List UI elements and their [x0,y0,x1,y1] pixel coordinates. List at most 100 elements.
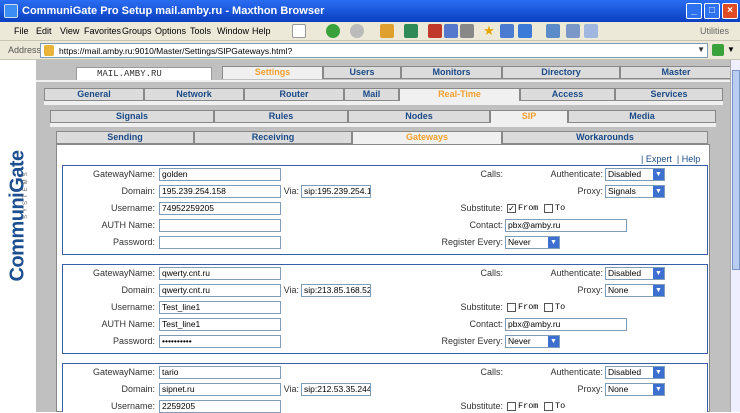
title-bar: CommuniGate Pro Setup mail.amby.ru - Max… [0,0,740,22]
gateway-name-input[interactable]: qwerty.cnt.ru [159,267,281,280]
tab-general[interactable]: General [44,88,144,101]
chevron-down-icon: ▼ [653,268,664,279]
menu-options[interactable]: Options [155,26,186,36]
tab-master[interactable]: Master [620,66,732,79]
subtabs-divider [44,101,723,105]
menu-file[interactable]: File [14,26,29,36]
domain-input[interactable]: qwerty.cnt.ru [159,284,281,297]
substitute-to-checkbox[interactable] [544,402,553,411]
tab-settings[interactable]: Settings [222,66,323,79]
authenticate-select[interactable]: Disabled ▼ [605,366,665,379]
tab-users[interactable]: Users [323,66,401,79]
tab-access[interactable]: Access [520,88,615,101]
proxy-select[interactable]: None ▼ [605,383,665,396]
logo-strip: CommuniGate SYSTEMS [0,60,36,412]
menu-tools[interactable]: Tools [190,26,211,36]
menu-edit[interactable]: Edit [36,26,52,36]
substitute-from-checkbox[interactable] [507,303,516,312]
via-input[interactable]: sip:213.85.168.52 [301,284,371,297]
calls-label: Calls: [480,268,503,278]
tab-media[interactable]: Media [568,110,716,123]
tab-mail[interactable]: Mail [344,88,399,101]
menu-groups[interactable]: Groups [122,26,152,36]
chevron-down-icon: ▼ [653,285,664,296]
tab-sending[interactable]: Sending [56,131,194,144]
collect-icon[interactable] [546,24,560,38]
print-icon[interactable] [444,24,458,38]
gateway-name-input[interactable]: tario [159,366,281,379]
proxy-value: Signals [608,186,636,196]
new-page-icon[interactable] [292,24,306,38]
password-input[interactable] [159,236,281,249]
proxy-select[interactable]: Signals ▼ [605,185,665,198]
authenticate-select[interactable]: Disabled ▼ [605,168,665,181]
address-input[interactable]: https://mail.amby.ru:9010/Master/Setting… [40,43,708,58]
register-every-select[interactable]: Never ▼ [505,236,560,249]
menu-favorites[interactable]: Favorites [84,26,121,36]
password-input[interactable]: •••••••••• [159,335,281,348]
register-every-label: Register Every: [441,237,503,247]
contact-input[interactable]: pbx@amby.ru [505,318,627,331]
minimize-button[interactable]: _ [686,3,702,19]
tab-directory[interactable]: Directory [502,66,620,79]
tab-nodes[interactable]: Nodes [348,110,490,123]
from-label: From [518,302,539,312]
scrollbar-thumb[interactable] [732,70,740,270]
auth-name-input[interactable]: Test_line1 [159,318,281,331]
tab-network[interactable]: Network [144,88,244,101]
tab-receiving[interactable]: Receiving [194,131,352,144]
tab-workarounds[interactable]: Workarounds [502,131,708,144]
proxy-select[interactable]: None ▼ [605,284,665,297]
username-input[interactable]: 74952259205 [159,202,281,215]
screenshot-icon[interactable] [566,24,580,38]
contact-input[interactable]: pbx@amby.ru [505,219,627,232]
substitute-to-checkbox[interactable] [544,303,553,312]
via-input[interactable]: sip:195.239.254.1 [301,185,371,198]
split-icon[interactable] [584,24,598,38]
tab-services[interactable]: Services [615,88,723,101]
username-label: Username: [110,203,155,213]
tab-sip[interactable]: SIP [490,110,568,123]
domain-input[interactable]: sipnet.ru [159,383,281,396]
back-icon[interactable] [326,24,340,38]
domain-input[interactable]: 195.239.254.158 [159,185,281,198]
username-input[interactable]: Test_line1 [159,301,281,314]
home-icon[interactable] [380,24,394,38]
register-every-select[interactable]: Never ▼ [505,335,560,348]
utilities-label[interactable]: Utilities [700,26,729,36]
menu-window[interactable]: Window [217,26,249,36]
username-input[interactable]: 2259205 [159,400,281,413]
authenticate-select[interactable]: Disabled ▼ [605,267,665,280]
tab-signals[interactable]: Signals [50,110,214,123]
go-icon[interactable] [712,44,724,56]
substitute-label: Substitute: [460,401,503,411]
close-button[interactable]: × [722,3,738,19]
go-dropdown-icon[interactable]: ▼ [727,45,735,54]
forward-icon[interactable] [350,24,364,38]
gateway-name-input[interactable]: golden [159,168,281,181]
refresh-icon[interactable] [404,24,418,38]
menu-help[interactable]: Help [252,26,271,36]
substitute-to-checkbox[interactable] [544,204,553,213]
tab-router[interactable]: Router [244,88,344,101]
substitute-from-checkbox[interactable]: ✓ [507,204,516,213]
mail-icon[interactable] [460,24,474,38]
expert-link[interactable]: Expert [646,154,672,164]
tabs-icon[interactable] [500,24,514,38]
address-dropdown-icon[interactable]: ▼ [697,45,705,54]
stop-icon[interactable] [428,24,442,38]
tab-gateways[interactable]: Gateways [352,131,502,144]
menu-view[interactable]: View [60,26,79,36]
auth-name-input[interactable] [159,219,281,232]
tab-monitors[interactable]: Monitors [401,66,502,79]
tab-rules[interactable]: Rules [214,110,348,123]
help-link[interactable]: Help [682,154,701,164]
maximize-button[interactable]: □ [704,3,720,19]
substitute-from-checkbox[interactable] [507,402,516,411]
vertical-scrollbar[interactable] [730,60,740,412]
undo-icon[interactable] [518,24,532,38]
tab-real-time[interactable]: Real-Time [399,88,520,101]
via-input[interactable]: sip:212.53.35.244 [301,383,371,396]
username-label: Username: [110,302,155,312]
favorites-star-icon[interactable]: ★ [482,24,496,38]
